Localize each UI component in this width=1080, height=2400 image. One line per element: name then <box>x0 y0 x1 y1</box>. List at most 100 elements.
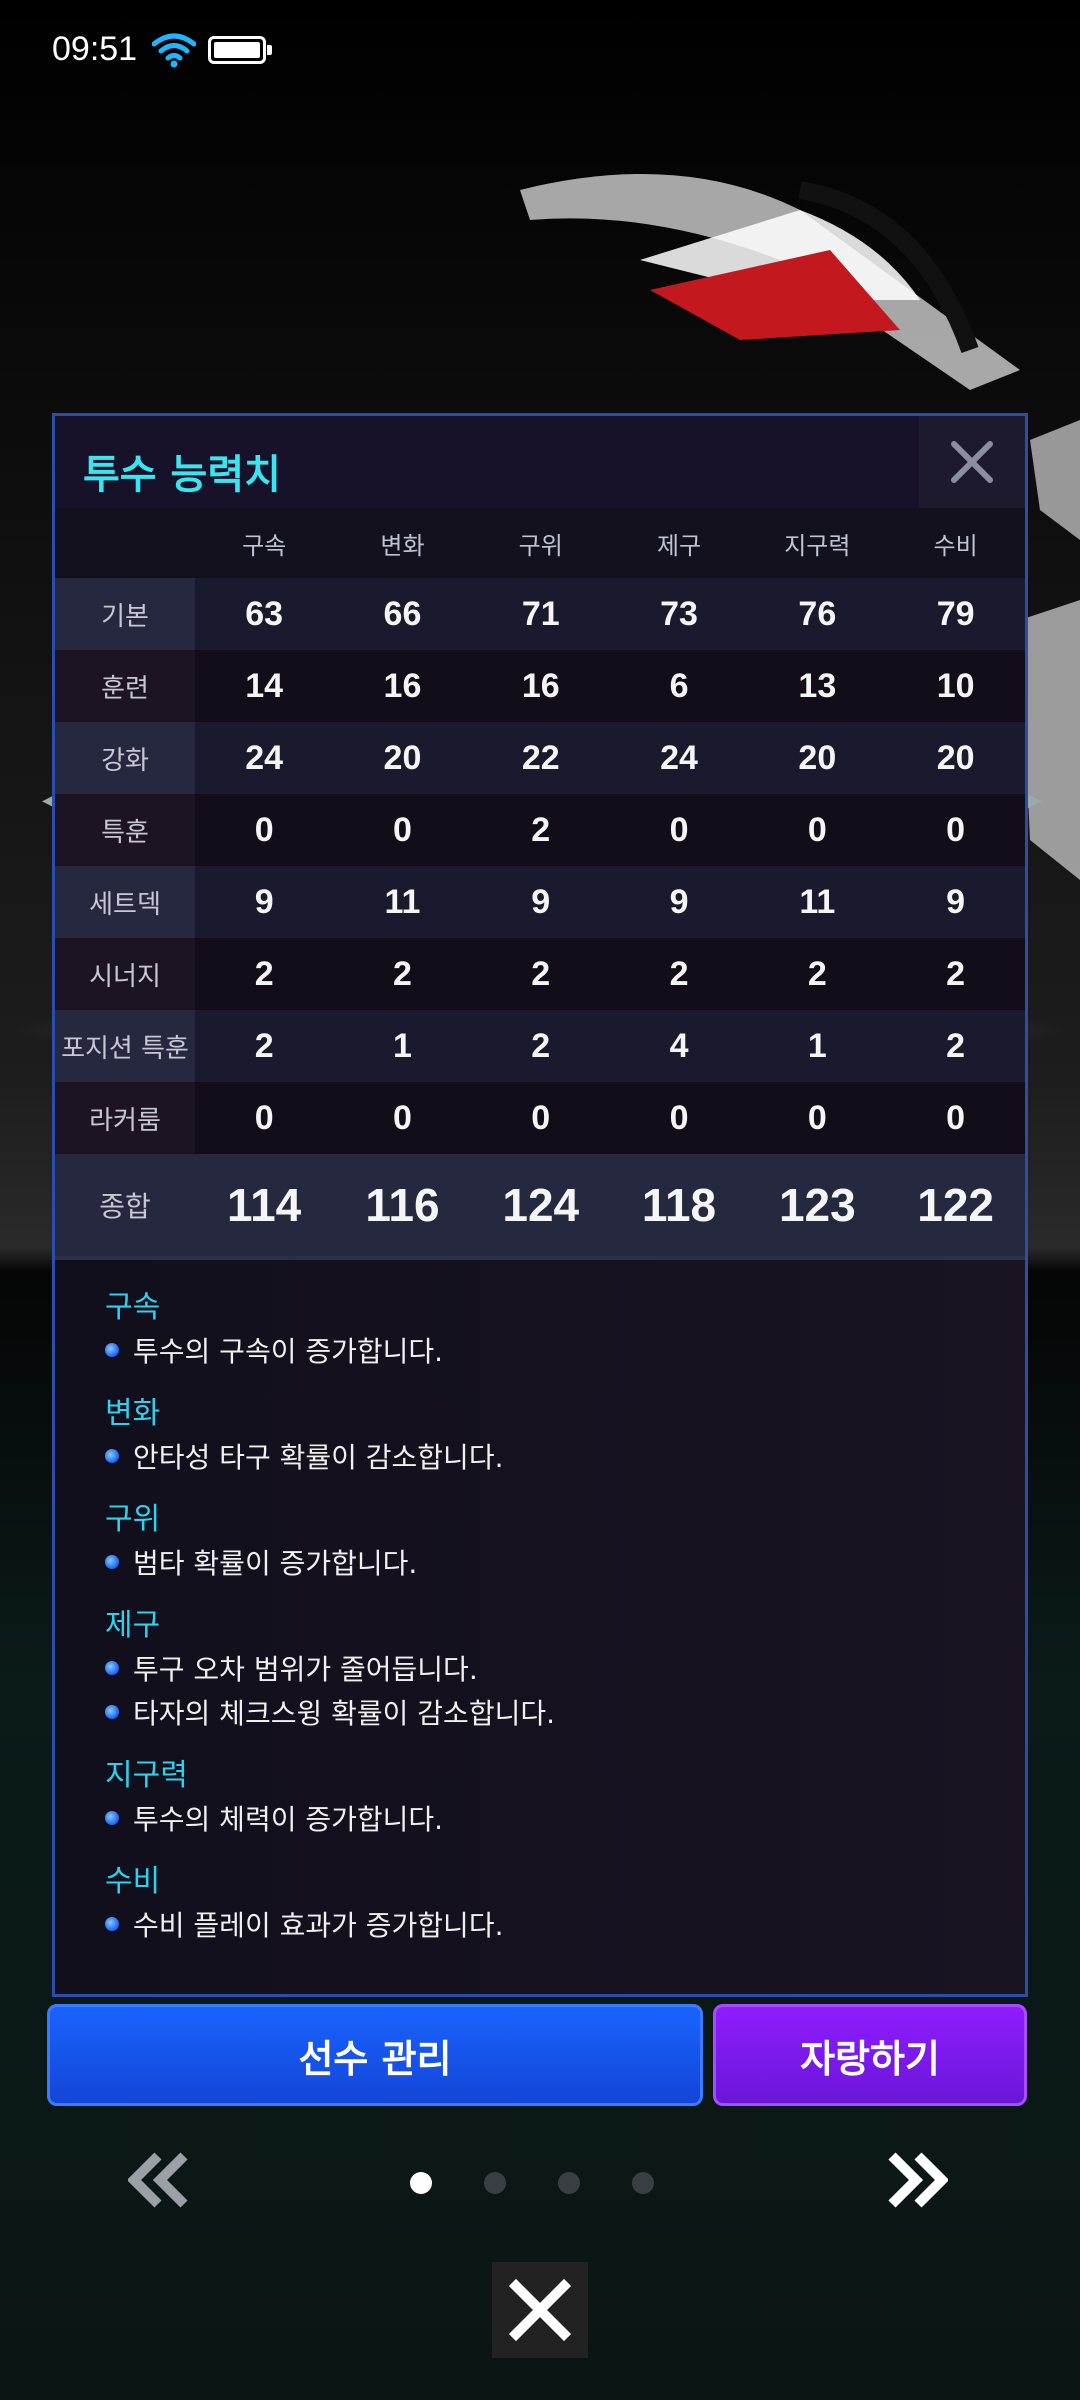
desc-title: 수비 <box>105 1864 161 1899</box>
total-value: 114 <box>227 1179 302 1231</box>
stat-value: 9 <box>531 882 551 921</box>
total-value: 124 <box>502 1179 580 1231</box>
desc-group-stuff: 구위 범타 확률이 증가합니다. <box>105 1500 985 1584</box>
stat-value: 24 <box>245 738 284 777</box>
stat-value: 79 <box>936 594 975 633</box>
desc-title: 제구 <box>105 1608 161 1643</box>
desc-group-defense: 수비 수비 플레이 효과가 증가합니다. <box>105 1862 985 1946</box>
panel-title: 투수 능력치 <box>83 452 281 498</box>
stat-value: 24 <box>660 738 698 777</box>
stat-value: 2 <box>254 1026 274 1065</box>
desc-title: 구속 <box>105 1290 161 1325</box>
bullet-icon <box>105 1449 119 1463</box>
stat-value: 1 <box>807 1026 827 1065</box>
desc-line: 범타 확률이 증가합니다. <box>105 1540 985 1584</box>
row-label: 포지션 특훈 <box>55 1010 195 1082</box>
column-header: 제구 <box>656 531 702 560</box>
desc-title: 지구력 <box>105 1758 188 1793</box>
desc-line: 수비 플레이 효과가 증가합니다. <box>105 1902 985 1946</box>
desc-text: 수비 플레이 효과가 증가합니다. <box>133 1909 504 1942</box>
desc-title: 구위 <box>105 1502 161 1537</box>
background-decoration <box>1020 420 1080 880</box>
stat-value: 2 <box>531 810 551 849</box>
panel-close-button[interactable] <box>919 416 1025 508</box>
stat-value: 76 <box>798 594 837 633</box>
stat-value: 10 <box>936 666 975 705</box>
row-label: 라커룸 <box>55 1082 195 1154</box>
row-label: 종합 <box>55 1154 195 1256</box>
stat-value: 22 <box>521 738 560 777</box>
stat-descriptions: 구속 투수의 구속이 증가합니다. 변화 안타성 타구 확률이 감소합니다. 구… <box>105 1288 985 1968</box>
stat-value: 0 <box>254 810 274 849</box>
stat-value: 2 <box>946 954 966 993</box>
corner-cell <box>55 508 195 578</box>
stats-row-position-training: 포지션 특훈 2 1 2 4 1 2 <box>55 1010 1025 1082</box>
stat-value: 0 <box>807 810 827 849</box>
column-header: 수비 <box>933 531 978 560</box>
stats-row-synergy: 시너지 2 2 2 2 2 2 <box>55 938 1025 1010</box>
row-label: 기본 <box>55 578 195 650</box>
stats-header-row: 구속 변화 구위 제구 지구력 수비 <box>55 508 1025 578</box>
stat-value: 2 <box>531 1026 551 1065</box>
stat-value: 63 <box>245 594 284 633</box>
battery-icon <box>208 36 272 64</box>
status-bar: 09:51 <box>0 0 1080 100</box>
stat-value: 9 <box>254 882 274 921</box>
desc-text: 범타 확률이 증가합니다. <box>133 1547 418 1580</box>
pitcher-stats-panel: 투수 능력치 구속 변화 구위 제구 지구력 수비 기본 63 66 71 73… <box>52 413 1028 1997</box>
page-dot[interactable] <box>558 2172 580 2194</box>
desc-text: 안타성 타구 확률이 감소합니다. <box>133 1441 504 1474</box>
stat-value: 0 <box>392 810 412 849</box>
stat-value: 4 <box>669 1026 689 1065</box>
desc-line: 투구 오차 범위가 줄어듭니다. <box>105 1646 985 1690</box>
stat-value: 0 <box>392 1098 412 1137</box>
row-label: 시너지 <box>55 938 195 1010</box>
stats-row-training: 훈련 14 16 16 6 13 10 <box>55 650 1025 722</box>
stat-value: 0 <box>946 810 966 849</box>
desc-line: 안타성 타구 확률이 감소합니다. <box>105 1434 985 1478</box>
stat-value: 13 <box>798 666 837 705</box>
row-label: 특훈 <box>55 794 195 866</box>
stat-value: 2 <box>669 954 689 993</box>
row-label: 훈련 <box>55 650 195 722</box>
column-header: 구위 <box>518 531 563 560</box>
row-label: 세트덱 <box>55 866 195 938</box>
show-off-button[interactable]: 자랑하기 <box>713 2004 1027 2106</box>
dialog-close-button[interactable] <box>492 2262 588 2358</box>
desc-text: 타자의 체크스윙 확률이 감소합니다. <box>133 1697 556 1730</box>
player-manage-button[interactable]: 선수 관리 <box>47 2004 703 2106</box>
desc-line: 타자의 체크스윙 확률이 감소합니다. <box>105 1690 985 1734</box>
stat-value: 11 <box>384 882 421 921</box>
panel-header: 투수 능력치 <box>55 416 1025 508</box>
stat-value: 20 <box>936 738 975 777</box>
background-team-logo <box>520 174 1020 390</box>
stat-value: 9 <box>946 882 966 921</box>
stat-value: 1 <box>392 1026 412 1065</box>
stat-value: 71 <box>521 594 560 633</box>
double-chevron-left-icon[interactable] <box>128 2152 192 2208</box>
page-dot[interactable] <box>484 2172 506 2194</box>
desc-group-velocity: 구속 투수의 구속이 증가합니다. <box>105 1288 985 1372</box>
status-time: 09:51 <box>52 30 138 68</box>
column-header: 변화 <box>380 531 425 560</box>
bullet-icon <box>105 1811 119 1825</box>
stat-value: 2 <box>946 1026 966 1065</box>
total-value: 123 <box>778 1179 856 1231</box>
total-value: 118 <box>641 1179 717 1231</box>
stat-value: 0 <box>254 1098 274 1137</box>
double-chevron-right-icon[interactable] <box>884 2152 948 2208</box>
desc-title: 변화 <box>105 1396 161 1431</box>
stat-value: 0 <box>531 1098 551 1137</box>
stat-value: 9 <box>669 882 689 921</box>
desc-line: 투수의 구속이 증가합니다. <box>105 1328 985 1372</box>
close-icon <box>951 441 993 483</box>
close-icon <box>508 2278 572 2342</box>
stat-value: 11 <box>799 882 836 921</box>
stat-value: 20 <box>798 738 837 777</box>
stat-value: 0 <box>669 1098 689 1137</box>
row-label: 강화 <box>55 722 195 794</box>
page-dot[interactable] <box>410 2172 432 2194</box>
bullet-icon <box>105 1555 119 1569</box>
stats-table: 구속 변화 구위 제구 지구력 수비 기본 63 66 71 73 76 79 … <box>55 508 1025 1260</box>
page-dot[interactable] <box>632 2172 654 2194</box>
